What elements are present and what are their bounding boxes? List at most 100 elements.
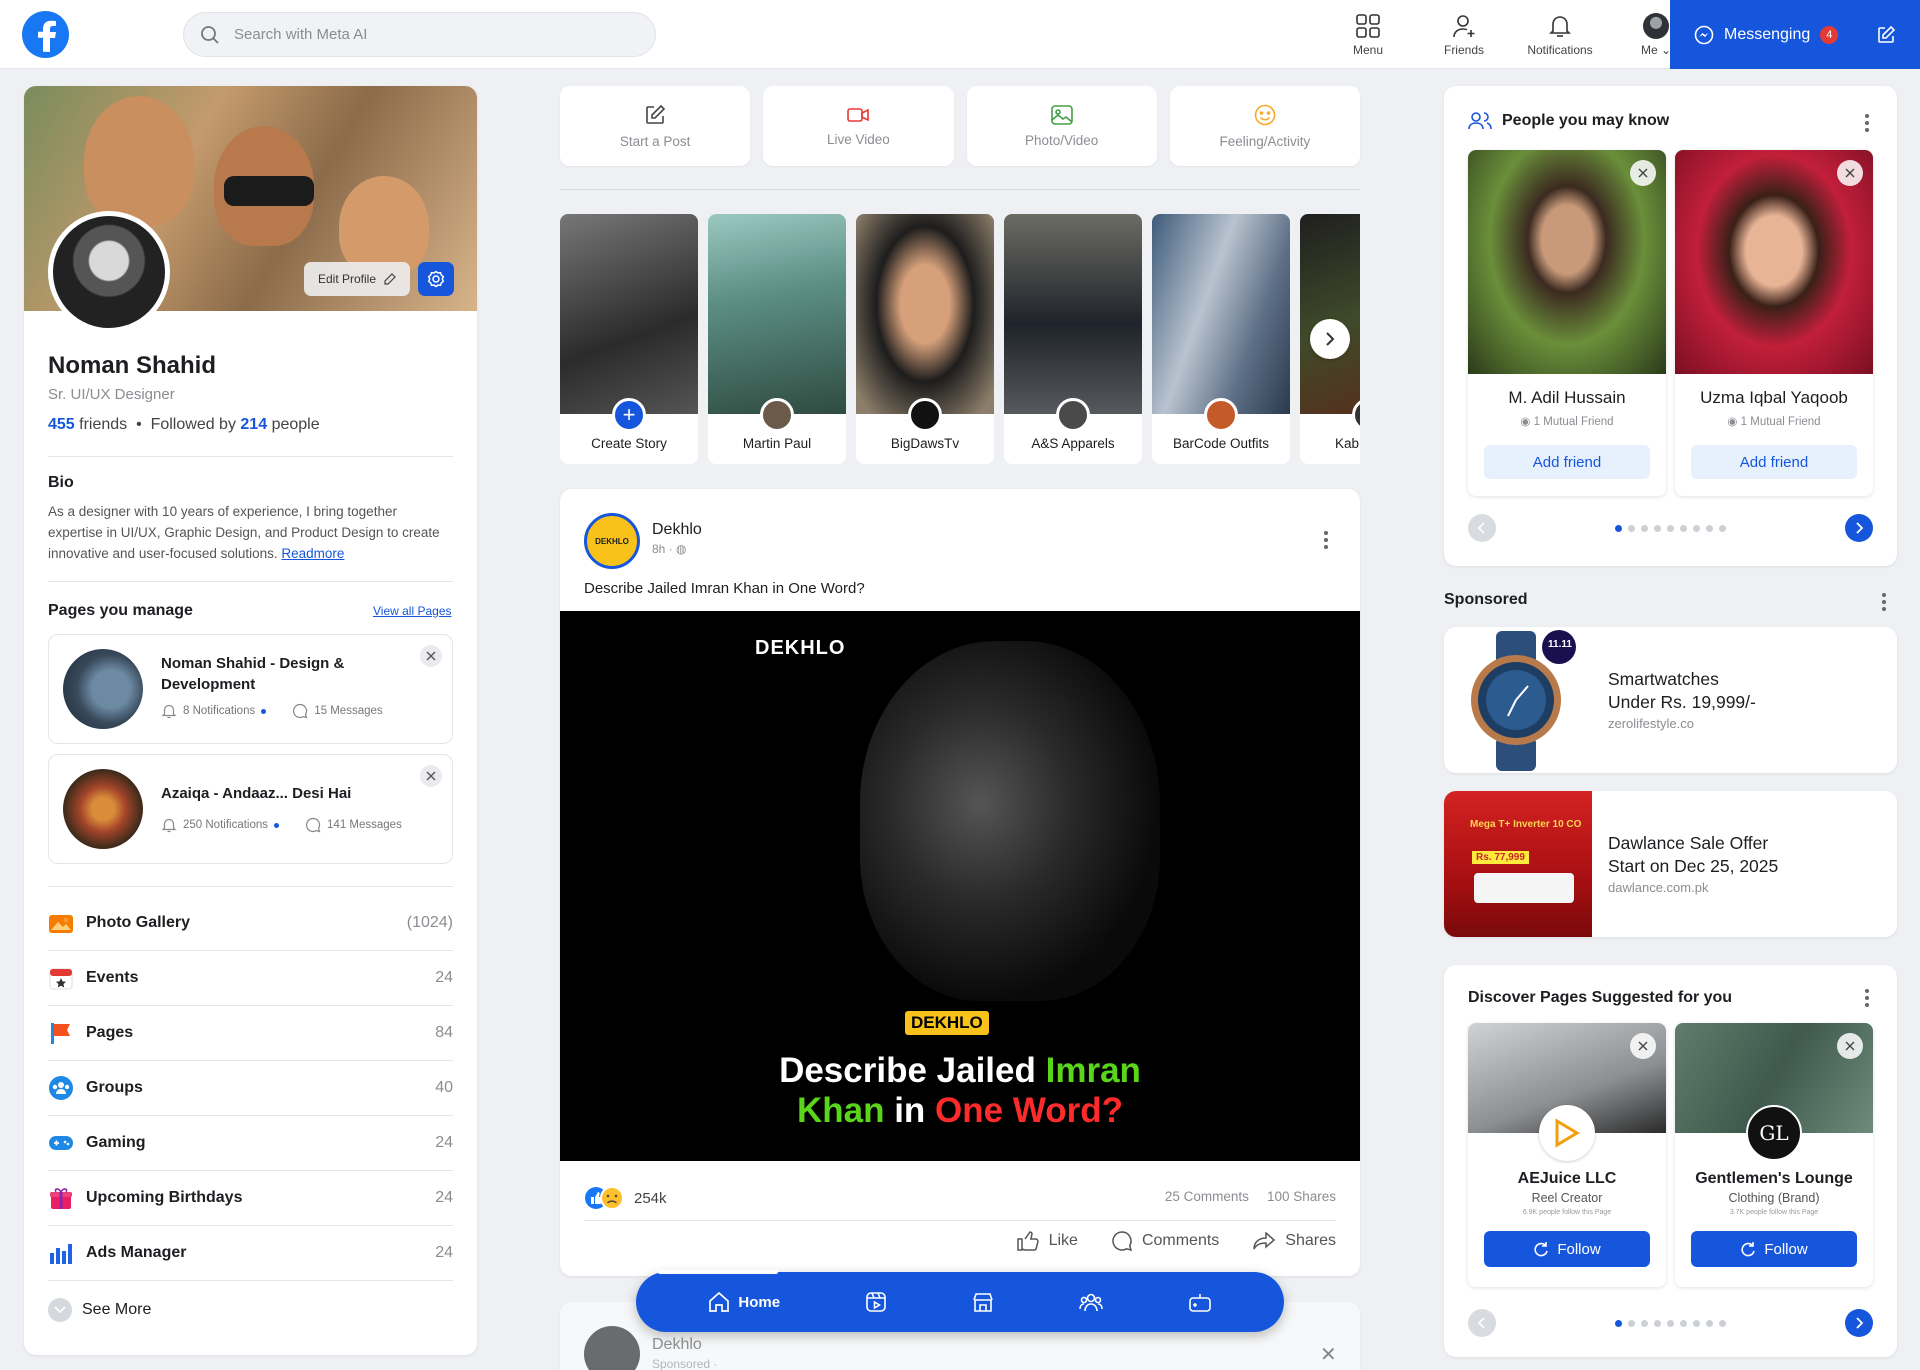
story-card[interactable]: BarCode Outfits <box>1152 214 1290 464</box>
chevron-right-icon[interactable] <box>1845 1309 1873 1337</box>
story-card[interactable]: BigDawsTv <box>856 214 994 464</box>
post-avatar[interactable]: DEKHLO <box>584 513 640 569</box>
menu-item-events[interactable]: Events 24 <box>48 951 453 1006</box>
sponsored-ad[interactable]: 11.11 Smartwatches Under Rs. 19,999/- zer… <box>1444 627 1897 773</box>
messaging-button[interactable]: Messenging 4 <box>1670 0 1920 69</box>
menu-item-gaming[interactable]: Gaming 24 <box>48 1116 453 1171</box>
menu-item-ads-manager[interactable]: Ads Manager 24 <box>48 1226 453 1281</box>
settings-button[interactable] <box>418 262 454 296</box>
more-options-icon[interactable] <box>1865 114 1869 132</box>
add-friend-button[interactable]: Add friend <box>1691 445 1857 479</box>
reels-icon[interactable] <box>865 1291 887 1313</box>
search-input[interactable]: Search with Meta AI <box>183 12 656 57</box>
follow-button[interactable]: Follow <box>1484 1231 1650 1267</box>
chevron-left-icon[interactable] <box>1468 514 1496 542</box>
messages-count[interactable]: 15 Messages <box>314 705 382 717</box>
reactions-summary[interactable]: 254k <box>584 1186 667 1210</box>
stories-next-button[interactable] <box>1310 319 1350 359</box>
managed-page-card[interactable]: Noman Shahid - Design & Development 8 No… <box>48 634 453 744</box>
notifications-count[interactable]: 8 Notifications <box>183 705 255 717</box>
nav-notifications[interactable]: Notifications <box>1512 0 1608 69</box>
story-name: BarCode Outfits <box>1172 436 1270 451</box>
view-all-pages-link[interactable]: View all Pages <box>373 604 452 618</box>
suggested-page-card[interactable]: AEJuice LLC Reel Creator 6.9K people fol… <box>1468 1023 1666 1287</box>
person-card[interactable]: Uzma Iqbal Yaqoob ◉ 1 Mutual Friend Add … <box>1675 150 1873 496</box>
page-name: AEJuice LLC <box>1517 1170 1617 1187</box>
menu-item-birthdays[interactable]: Upcoming Birthdays 24 <box>48 1171 453 1226</box>
share-button[interactable]: Shares <box>1253 1231 1336 1251</box>
close-icon[interactable]: ✕ <box>1320 1342 1337 1367</box>
close-icon[interactable] <box>1837 1033 1863 1059</box>
profile-avatar[interactable] <box>48 211 170 333</box>
story-card[interactable]: Martin Paul <box>708 214 846 464</box>
sponsored-ad[interactable]: Mega T+ Inverter 10 CO Rs. 77,999 Dawlan… <box>1444 791 1897 937</box>
more-options-icon[interactable] <box>1882 593 1886 611</box>
groups-icon[interactable] <box>1078 1291 1103 1313</box>
story-card[interactable]: A&S Apparels <box>1004 214 1142 464</box>
add-friend-button[interactable]: Add friend <box>1484 445 1650 479</box>
menu-item-groups[interactable]: Groups 40 <box>48 1061 453 1116</box>
nav-home[interactable]: Home <box>708 1291 780 1313</box>
menu-label: Photo Gallery <box>86 914 191 931</box>
edit-profile-button[interactable]: Edit Profile <box>304 262 410 296</box>
person-name: Uzma Iqbal Yaqoob <box>1700 388 1848 407</box>
menu-item-pages[interactable]: Pages 84 <box>48 1006 453 1061</box>
close-icon[interactable] <box>420 645 442 667</box>
suggested-page-card[interactable]: GL Gentlemen's Lounge Clothing (Brand) 3… <box>1675 1023 1873 1287</box>
mutual-friends: ◉ 1 Mutual Friend <box>1468 414 1666 428</box>
followers-count[interactable]: 214 <box>240 416 267 433</box>
comment-button[interactable]: Comments <box>1112 1231 1219 1251</box>
ad-url[interactable]: zerolifestyle.co <box>1608 716 1694 731</box>
post-author[interactable]: Dekhlo <box>652 1336 702 1354</box>
ad-url[interactable]: dawlance.com.pk <box>1608 880 1708 895</box>
portrait-silhouette <box>860 641 1160 1001</box>
follow-button[interactable]: Follow <box>1691 1231 1857 1267</box>
mutual-text: 1 Mutual Friend <box>1533 416 1614 428</box>
messages-count[interactable]: 141 Messages <box>327 819 402 831</box>
mutual-text: 1 Mutual Friend <box>1740 416 1821 428</box>
live-video-button[interactable]: Live Video <box>763 86 954 166</box>
readmore-link[interactable]: Readmore <box>281 546 344 561</box>
person-card[interactable]: M. Adil Hussain ◉ 1 Mutual Friend Add fr… <box>1468 150 1666 496</box>
nav-menu[interactable]: Menu <box>1320 0 1416 69</box>
see-more-button[interactable]: See More <box>48 1298 151 1322</box>
gaming-icon[interactable] <box>1188 1291 1212 1313</box>
ad-title-line: Start on Dec 25, 2025 <box>1608 856 1779 876</box>
story-name: Martin Paul <box>742 436 812 451</box>
menu-count: 24 <box>435 1189 453 1206</box>
close-icon[interactable] <box>1837 160 1863 186</box>
post-image[interactable]: DEKHLO DEKHLO Describe Jailed Imran Khan… <box>560 611 1360 1161</box>
post-author[interactable]: Dekhlo <box>652 521 702 539</box>
more-options-icon[interactable] <box>1865 989 1869 1007</box>
friends-count[interactable]: 455 <box>48 416 75 433</box>
close-icon[interactable] <box>420 765 442 787</box>
unread-dot <box>261 708 267 714</box>
photo-video-button[interactable]: Photo/Video <box>966 86 1157 166</box>
nav-friends[interactable]: Friends <box>1416 0 1512 69</box>
post-avatar[interactable] <box>584 1326 640 1370</box>
messaging-badge: 4 <box>1820 25 1839 44</box>
start-post-button[interactable]: Start a Post <box>560 86 751 166</box>
chevron-left-icon[interactable] <box>1468 1309 1496 1337</box>
chevron-right-icon[interactable] <box>1845 514 1873 542</box>
bell-icon <box>161 817 177 833</box>
managed-page-card[interactable]: Azaiqa - Andaaz... Desi Hai 250 Notifica… <box>48 754 453 864</box>
feeling-activity-button[interactable]: Feeling/Activity <box>1169 86 1360 166</box>
stats-separator: • <box>136 416 142 433</box>
close-icon[interactable] <box>1630 160 1656 186</box>
compose-icon[interactable] <box>1876 25 1896 45</box>
headline-part: Khan <box>796 1091 885 1130</box>
menu-item-photo-gallery[interactable]: Photo Gallery (1024) <box>48 896 453 951</box>
feed-post: DEKHLO Dekhlo 8h · ◍ Describe Jailed Imr… <box>560 489 1360 1276</box>
more-options-icon[interactable] <box>1324 531 1328 549</box>
notifications-count[interactable]: 250 Notifications <box>183 819 268 831</box>
close-icon[interactable] <box>1630 1033 1656 1059</box>
image-brand-badge: DEKHLO <box>905 1011 989 1035</box>
facebook-logo[interactable] <box>22 11 69 58</box>
marketplace-icon[interactable] <box>972 1291 994 1313</box>
comments-count[interactable]: 25 Comments <box>1165 1189 1249 1204</box>
story-avatar <box>760 398 794 432</box>
shares-count[interactable]: 100 Shares <box>1267 1189 1336 1204</box>
story-create[interactable]: + Create Story <box>560 214 698 464</box>
like-button[interactable]: Like <box>1016 1231 1078 1251</box>
